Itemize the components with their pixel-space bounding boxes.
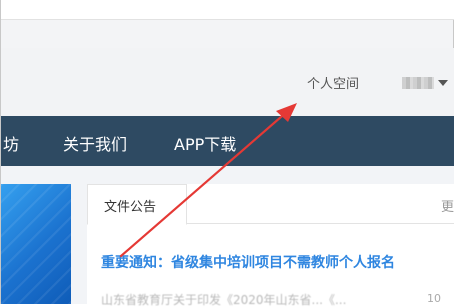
nav-item-about-us[interactable]: 关于我们 bbox=[63, 131, 127, 155]
top-strip bbox=[1, 0, 454, 20]
chevron-down-icon[interactable] bbox=[438, 80, 448, 86]
tab-file-announcements-label: 文件公告 bbox=[104, 200, 157, 215]
user-avatar[interactable] bbox=[402, 77, 434, 89]
nav-item-workshop[interactable]: 坊 bbox=[3, 131, 19, 155]
notice-list-item[interactable]: 山东省教育厅关于印发《2020年山东省...《... bbox=[101, 291, 346, 308]
browser-viewport: 个人空间 坊 关于我们 APP下载 文件公告 更 重要通知：省级集中培训项目不需… bbox=[0, 0, 454, 307]
nav-item-app-download[interactable]: APP下载 bbox=[174, 131, 236, 155]
site-header bbox=[1, 48, 454, 116]
banner-image[interactable] bbox=[1, 184, 71, 304]
notice-date: 10 bbox=[427, 292, 441, 305]
more-link[interactable]: 更 bbox=[441, 196, 454, 215]
personal-space-link[interactable]: 个人空间 bbox=[307, 73, 359, 92]
important-notice-link[interactable]: 重要通知：省级集中培训项目不需教师个人报名 bbox=[101, 252, 395, 272]
